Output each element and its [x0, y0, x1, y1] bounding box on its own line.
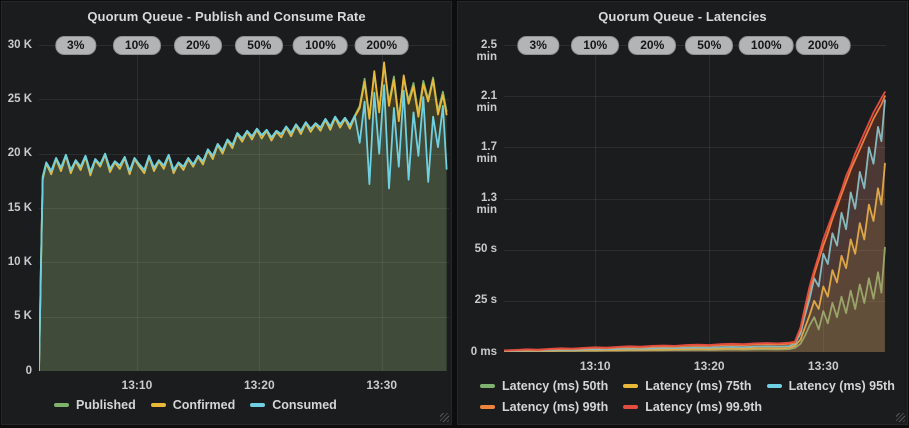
annotation-pill-10[interactable]: 10% — [113, 36, 161, 55]
y-axis-tick-label: 1.7 min — [458, 141, 497, 165]
y-axis-tick-label: 1.3 min — [458, 192, 497, 216]
legend-item-confirmed[interactable]: Confirmed — [151, 398, 236, 412]
legend-swatch-icon — [767, 384, 782, 388]
legend-label: Latency (ms) 50th — [502, 379, 608, 393]
legend-item-latency-ms-75th[interactable]: Latency (ms) 75th — [623, 379, 751, 393]
y-axis-tick-label: 2.5 min — [458, 39, 497, 63]
annotation-pill-50[interactable]: 50% — [235, 36, 283, 55]
legend-label: Latency (ms) 99th — [502, 400, 608, 414]
y-axis-tick-label: 10 K — [2, 256, 32, 268]
legend-item-latency-ms-99-9th[interactable]: Latency (ms) 99.9th — [623, 400, 762, 414]
annotation-pill-200[interactable]: 200% — [354, 36, 409, 55]
legend-label: Latency (ms) 99.9th — [645, 400, 762, 414]
annotation-pill-20[interactable]: 20% — [174, 36, 222, 55]
y-axis-tick-label: 25 s — [458, 294, 497, 306]
panel-title[interactable]: Quorum Queue - Publish and Consume Rate — [2, 2, 451, 24]
annotation-pill-50[interactable]: 50% — [685, 36, 733, 55]
annotation-pill-3[interactable]: 3% — [518, 36, 559, 55]
y-axis-tick-label: 5 K — [2, 310, 32, 322]
legend-swatch-icon — [480, 384, 495, 388]
legend-item-latency-ms-95th[interactable]: Latency (ms) 95th — [767, 379, 895, 393]
y-axis-tick-label: 25 K — [2, 93, 32, 105]
annotation-pill-100[interactable]: 100% — [739, 36, 794, 55]
x-axis-tick-label: 13:30 — [356, 378, 408, 392]
chart-plot-area[interactable] — [504, 45, 886, 352]
legend-swatch-icon — [250, 403, 265, 407]
x-axis-tick-label: 13:20 — [233, 378, 285, 392]
legend-item-published[interactable]: Published — [54, 398, 136, 412]
y-axis-tick-label: 30 K — [2, 39, 32, 51]
annotation-pill-100[interactable]: 100% — [293, 36, 348, 55]
annotation-pill-200[interactable]: 200% — [796, 36, 851, 55]
legend-swatch-icon — [480, 405, 495, 409]
legend-item-consumed[interactable]: Consumed — [250, 398, 337, 412]
x-axis-tick-label: 13:10 — [111, 378, 163, 392]
chart-plot-area[interactable] — [39, 45, 449, 371]
legend-label: Consumed — [272, 398, 337, 412]
y-axis-tick-label: 2.1 min — [458, 90, 497, 114]
x-axis-tick-label: 13:20 — [683, 359, 735, 373]
annotation-pill-3[interactable]: 3% — [55, 36, 96, 55]
x-axis-tick-label: 13:30 — [797, 359, 849, 373]
panel-resize-handle[interactable] — [896, 413, 905, 422]
legend-swatch-icon — [623, 405, 638, 409]
y-axis-tick-label: 0 — [2, 365, 32, 377]
legend: Latency (ms) 50th Latency (ms) 75th Latenc… — [480, 379, 908, 421]
legend: Published Confirmed Consumed — [54, 398, 444, 419]
y-axis-tick-label: 15 K — [2, 202, 32, 214]
legend-item-latency-ms-50th[interactable]: Latency (ms) 50th — [480, 379, 608, 393]
y-axis-tick-label: 50 s — [458, 243, 497, 255]
y-axis-tick-label: 0 ms — [458, 346, 497, 358]
legend-swatch-icon — [623, 384, 638, 388]
x-axis-tick-label: 13:10 — [569, 359, 621, 373]
annotation-pill-20[interactable]: 20% — [628, 36, 676, 55]
y-axis-tick-label: 20 K — [2, 147, 32, 159]
legend-item-latency-ms-99th[interactable]: Latency (ms) 99th — [480, 400, 608, 414]
grafana-dashboard: Quorum Queue - Publish and Consume Rate … — [0, 0, 909, 428]
panel-title[interactable]: Quorum Queue - Latencies — [458, 2, 907, 24]
legend-swatch-icon — [54, 403, 69, 407]
series-area-latency-ms-99-9th — [504, 92, 885, 352]
panel-publish-consume-rate: Quorum Queue - Publish and Consume Rate … — [1, 1, 452, 425]
panel-resize-handle[interactable] — [440, 413, 449, 422]
legend-label: Latency (ms) 75th — [645, 379, 751, 393]
legend-label: Confirmed — [173, 398, 236, 412]
legend-label: Latency (ms) 95th — [789, 379, 895, 393]
legend-swatch-icon — [151, 403, 166, 407]
panel-latencies: Quorum Queue - Latencies Latency (ms) 50… — [457, 1, 908, 425]
legend-label: Published — [76, 398, 136, 412]
annotation-pill-10[interactable]: 10% — [571, 36, 619, 55]
